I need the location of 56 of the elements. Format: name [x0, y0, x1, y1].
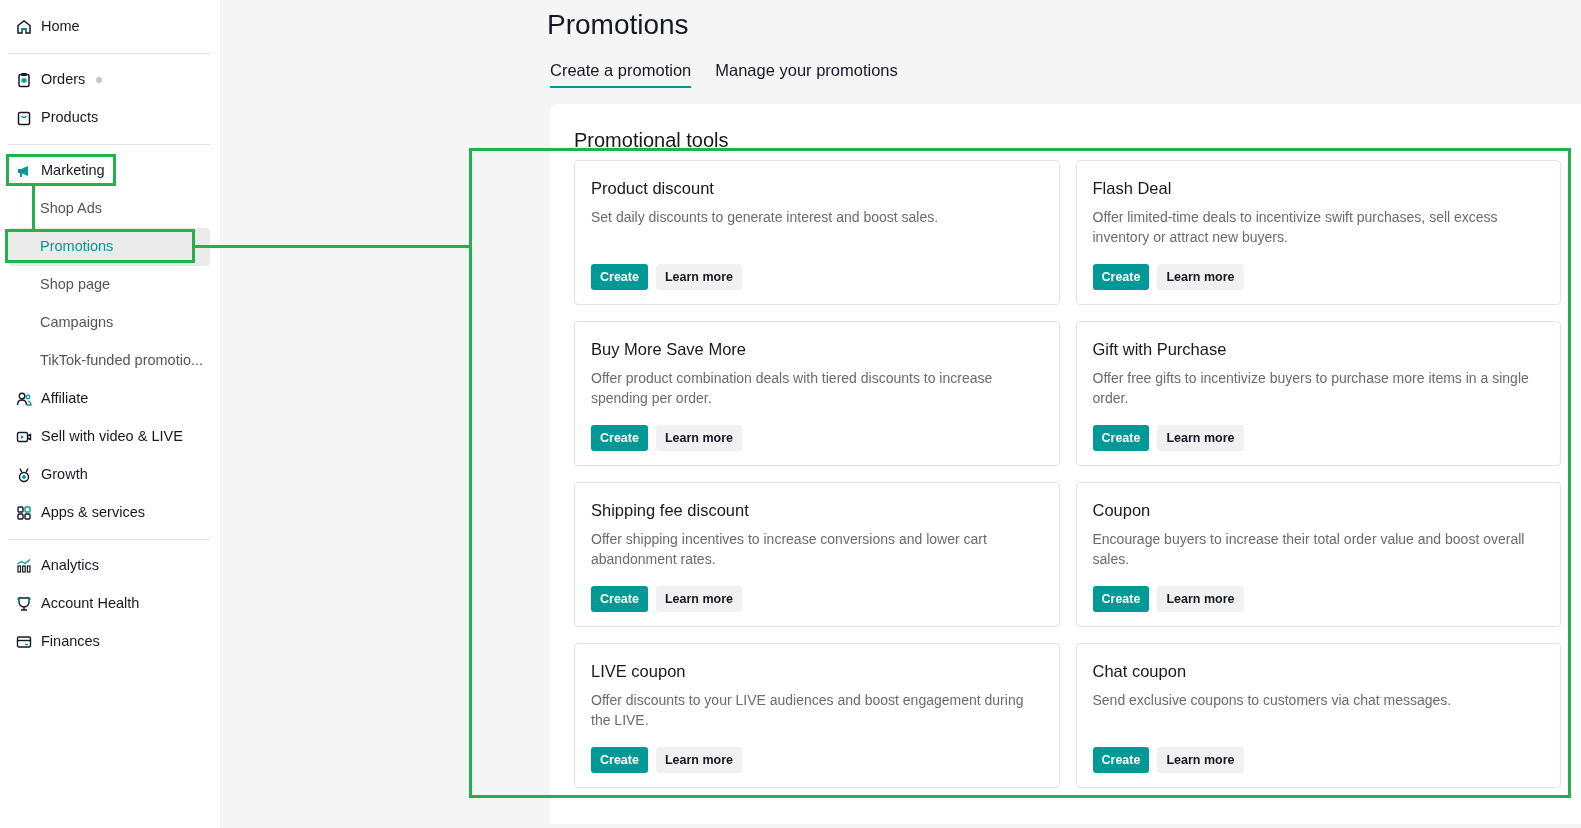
sidebar-item[interactable]: Finances — [8, 623, 210, 661]
create-button[interactable]: Create — [1092, 585, 1150, 613]
card-title: LIVE coupon — [591, 662, 687, 683]
card-title: Gift with Purchase — [1092, 340, 1228, 361]
card-description: Encourage buyers to increase their total order value and boost overall sales. — [1092, 530, 1526, 570]
card-title: Chat coupon — [1092, 662, 1188, 683]
analytics-icon — [16, 558, 32, 574]
video-icon — [16, 429, 32, 445]
create-button[interactable]: Create — [591, 263, 648, 291]
learn-more-button[interactable]: Learn more — [1157, 424, 1244, 452]
card-title: Buy More Save More — [591, 340, 747, 361]
create-button[interactable]: Create — [591, 424, 648, 452]
sidebar-item[interactable]: Account Health — [8, 585, 210, 623]
card-description: Offer shipping incentives to increase conversions and lower cart abandonment rates. — [591, 530, 988, 570]
tab[interactable]: Create a promotion — [550, 57, 692, 89]
page-title: Promotions — [547, 8, 690, 42]
sidebar-subitem[interactable]: Shop Ads — [8, 190, 210, 228]
card-description: Offer free gifts to incentivize buyers to purchase more items in a single order. — [1092, 369, 1530, 409]
section-title: Promotional tools — [574, 128, 730, 153]
sidebar-subitem[interactable]: TikTok-funded promotio... — [8, 342, 210, 380]
card-title: Flash Deal — [1092, 179, 1173, 200]
leader-line — [32, 186, 35, 229]
create-button[interactable]: Create — [591, 585, 648, 613]
sidebar-item[interactable]: Analytics — [8, 547, 210, 585]
sidebar-item[interactable]: Affiliate — [8, 380, 210, 418]
apps-icon — [16, 505, 32, 521]
sidebar-item[interactable]: Orders — [8, 61, 210, 99]
sidebar-item[interactable]: Home — [8, 8, 210, 46]
sidebar-subitem[interactable]: Shop page — [8, 266, 210, 304]
learn-more-button[interactable]: Learn more — [655, 585, 742, 613]
create-button[interactable]: Create — [1092, 263, 1150, 291]
learn-more-button[interactable]: Learn more — [655, 424, 742, 452]
card-description: Set daily discounts to generate interest and boost sales. — [591, 208, 940, 228]
home-icon — [16, 19, 32, 35]
sidebar-item[interactable]: Growth — [8, 456, 210, 494]
card-title: Shipping fee discount — [591, 501, 750, 522]
learn-more-button[interactable]: Learn more — [1157, 746, 1244, 774]
create-button[interactable]: Create — [1092, 424, 1150, 452]
sidebar-item[interactable]: Marketing — [8, 152, 210, 190]
card-title: Coupon — [1092, 501, 1152, 522]
card-title: Product discount — [591, 179, 715, 200]
tab[interactable]: Manage your promotions — [715, 57, 898, 89]
card-description: Offer limited-time deals to incentivize swift purchases, sell excess inventory or attract new buyers. — [1092, 208, 1499, 248]
card-description: Send exclusive coupons to customers via chat messages. — [1092, 691, 1453, 711]
create-button[interactable]: Create — [1092, 746, 1150, 774]
learn-more-button[interactable]: Learn more — [1157, 585, 1244, 613]
card-description: Offer discounts to your LIVE audiences and boost engagement during the LIVE. — [591, 691, 1025, 731]
sidebar-item[interactable]: Sell with video & LIVE — [8, 418, 210, 456]
learn-more-button[interactable]: Learn more — [655, 746, 742, 774]
learn-more-button[interactable]: Learn more — [1157, 263, 1244, 291]
create-button[interactable]: Create — [591, 746, 648, 774]
learn-more-button[interactable]: Learn more — [655, 263, 742, 291]
card-description: Offer product combination deals with tiered discounts to increase spending per order. — [591, 369, 994, 409]
sidebar-subitem[interactable]: Campaigns — [8, 304, 210, 342]
sidebar-item[interactable]: Products — [8, 99, 210, 137]
sidebar-item[interactable]: Apps & services — [8, 494, 210, 532]
